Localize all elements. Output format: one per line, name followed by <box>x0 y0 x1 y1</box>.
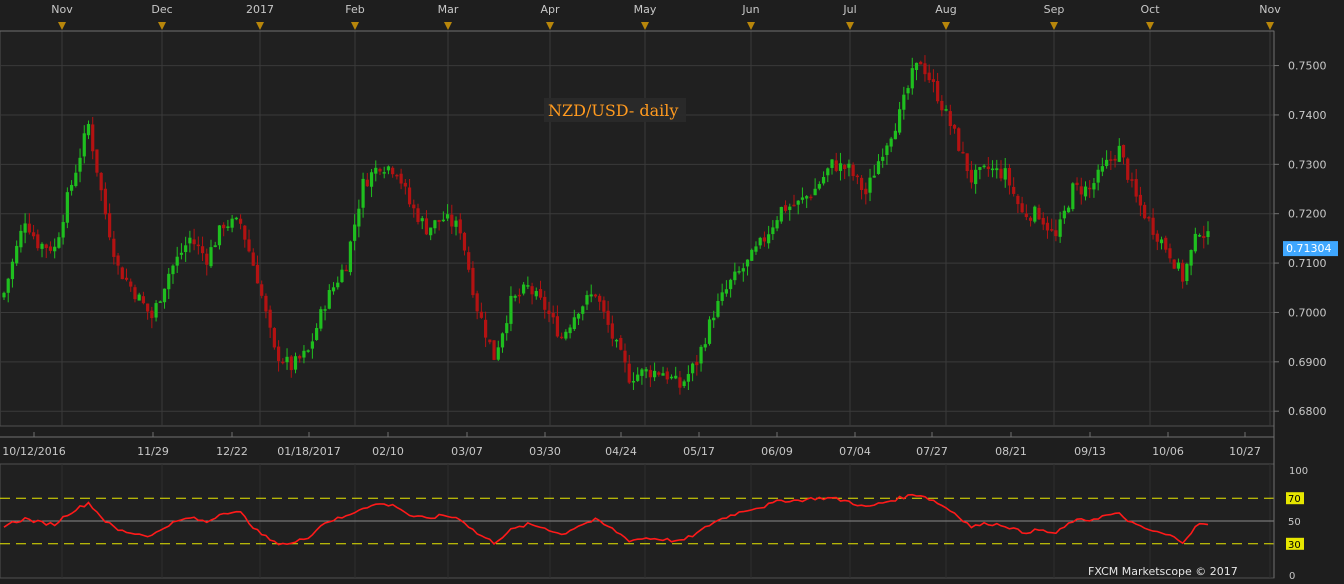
rsi-level-label: 70 <box>1288 494 1301 505</box>
date-tick-label: 10/06 <box>1152 445 1184 458</box>
date-tick-label: 08/21 <box>995 445 1027 458</box>
date-tick-label: 03/30 <box>529 445 561 458</box>
candle <box>319 306 323 332</box>
month-label: May <box>634 3 657 16</box>
candle <box>65 187 69 229</box>
date-tick-label: 03/07 <box>451 445 483 458</box>
price-tick-label: 0.7000 <box>1288 306 1327 319</box>
month-label: Dec <box>151 3 172 16</box>
date-tick-label: 04/24 <box>605 445 637 458</box>
price-plot-area[interactable] <box>0 30 1275 427</box>
date-tick-label: 05/17 <box>683 445 715 458</box>
month-label: Sep <box>1044 3 1065 16</box>
rsi-level-label: 50 <box>1288 517 1301 528</box>
month-label: Aug <box>935 3 956 16</box>
chart-window[interactable]: 70 50 30 100 0 0.7500 0.7400 0.7300 0.7200 0.710… <box>0 0 1344 582</box>
rsi-level-label: 30 <box>1288 540 1301 551</box>
candle <box>707 316 712 346</box>
date-tick-label: 07/04 <box>839 445 871 458</box>
candle <box>120 266 124 280</box>
current-price-tag: 0.71304 <box>1283 241 1338 257</box>
candle <box>750 248 754 262</box>
month-label: Apr <box>540 3 560 16</box>
date-tick-label: 10/27 <box>1229 445 1261 458</box>
date-tick-label: 11/29 <box>137 445 169 458</box>
month-label: Jun <box>741 3 759 16</box>
date-tick-label: 10/12/2016 <box>2 445 65 458</box>
date-tick-label: 12/22 <box>216 445 248 458</box>
date-tick-label: 07/27 <box>916 445 948 458</box>
candle <box>348 240 353 276</box>
month-label: Nov <box>51 3 73 16</box>
month-label: Jul <box>842 3 856 16</box>
price-tick-label: 0.6900 <box>1288 356 1327 369</box>
chart-title-box: NZD/USD- daily <box>544 98 686 122</box>
price-tick-label: 0.7300 <box>1288 158 1327 171</box>
price-tick-label: 0.7200 <box>1288 208 1327 221</box>
date-tick-label: 01/18/2017 <box>277 445 340 458</box>
date-tick-label: 09/13 <box>1074 445 1106 458</box>
date-tick-label: 02/10 <box>372 445 404 458</box>
candle <box>95 149 99 177</box>
date-tick-label: 06/09 <box>761 445 793 458</box>
month-label: Feb <box>345 3 364 16</box>
month-label: Mar <box>438 3 459 16</box>
candle <box>1126 157 1130 183</box>
candle <box>779 206 783 224</box>
rsi-axis-max-label: 100 <box>1289 466 1308 477</box>
rsi-axis-min-label: 0 <box>1289 571 1295 580</box>
candle <box>272 327 276 350</box>
current-price-label: 0.71304 <box>1286 242 1332 255</box>
candle <box>1071 182 1075 212</box>
month-label: 2017 <box>246 3 274 16</box>
candle <box>1172 259 1176 270</box>
month-label: Nov <box>1259 3 1281 16</box>
candle <box>957 127 961 152</box>
candle <box>492 340 496 361</box>
price-tick-label: 0.7500 <box>1288 60 1327 73</box>
price-tick-label: 0.6800 <box>1288 405 1327 418</box>
candle <box>1033 205 1037 224</box>
month-label: Oct <box>1140 3 1160 16</box>
chart-title: NZD/USD- daily <box>548 101 678 120</box>
nzdusd-candlestick-chart[interactable]: 70 50 30 100 0 0.7500 0.7400 0.7300 0.7200 0.710… <box>0 0 1344 582</box>
price-tick-label: 0.7100 <box>1288 257 1327 270</box>
watermark: FXCM Marketscope © 2017 <box>1088 565 1238 578</box>
price-tick-label: 0.7400 <box>1288 109 1327 122</box>
